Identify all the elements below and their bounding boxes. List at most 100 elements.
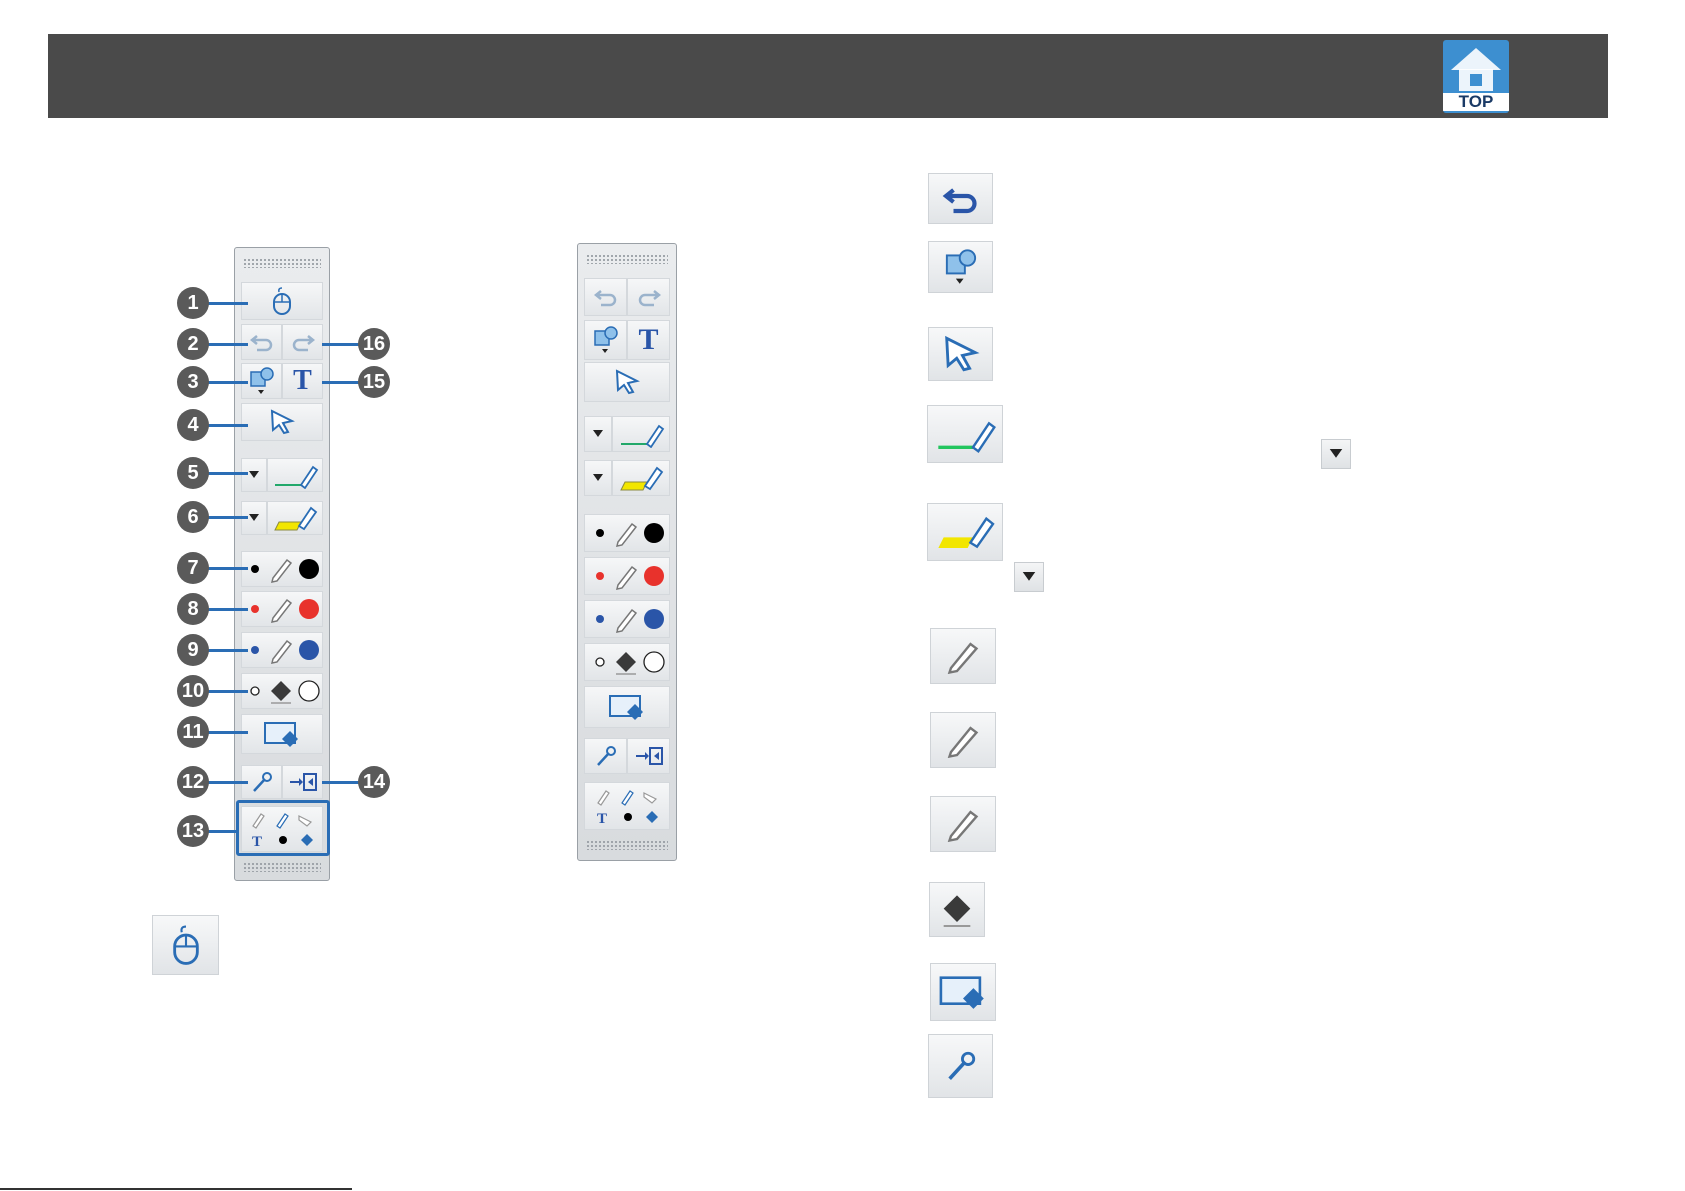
shape-icon	[945, 249, 976, 284]
red-pen-row[interactable]	[241, 591, 323, 627]
shape-icon	[249, 367, 274, 394]
dropdown-arrow-icon	[249, 471, 259, 478]
shape-icon	[593, 326, 618, 353]
black-pen-icon	[251, 558, 319, 583]
dock-toolbar-icon	[635, 747, 663, 765]
blue-pen-row[interactable]	[241, 632, 323, 668]
highlighter-icon	[938, 516, 995, 549]
toolbar-grip-bottom[interactable]	[243, 862, 321, 872]
blue-pen-row[interactable]	[584, 600, 670, 638]
pen-dropdown-button[interactable]	[241, 458, 267, 492]
settings-wand-icon	[947, 1051, 975, 1080]
text-button[interactable]: T	[282, 363, 323, 399]
callout-11: 11	[177, 716, 209, 748]
callout-leader-10	[208, 690, 248, 693]
callout-13: 13	[177, 815, 209, 847]
undo-button[interactable]	[241, 324, 282, 360]
highlighter-button[interactable]	[267, 501, 323, 535]
redo-icon	[638, 290, 661, 307]
eraser-row[interactable]	[584, 643, 670, 681]
callout-leader-12	[208, 781, 248, 784]
undo-icon	[593, 290, 616, 307]
eraser-row[interactable]	[241, 673, 323, 709]
home-icon	[1451, 48, 1501, 91]
callout-leader-3	[208, 381, 248, 384]
mouse-icon	[273, 287, 291, 315]
pen-button[interactable]	[612, 416, 670, 452]
clear-screen-icon-tile	[930, 963, 996, 1021]
pen-dropdown-tile	[1321, 439, 1351, 469]
page-header	[48, 34, 1608, 118]
pen-button[interactable]	[267, 458, 323, 492]
pen-icon	[938, 421, 996, 454]
callout-10: 10	[177, 675, 209, 707]
select-arrow-icon	[270, 409, 295, 435]
pen-icon	[947, 726, 979, 758]
black-pen-icon	[596, 522, 664, 547]
undo-button[interactable]	[584, 278, 627, 316]
callout-5: 5	[177, 457, 209, 489]
undo-icon	[249, 335, 272, 352]
black-pen-row[interactable]	[241, 551, 323, 587]
callout-12: 12	[177, 766, 209, 798]
text-tool-icon: T	[293, 365, 312, 396]
callout-leader-8	[208, 608, 248, 611]
clear-screen-icon	[609, 695, 643, 720]
callout-leader-9	[208, 649, 248, 652]
top-link-button[interactable]: TOP	[1443, 40, 1509, 113]
callout-leader-11	[208, 731, 248, 734]
red-pen-row[interactable]	[584, 557, 670, 595]
settings-wand-icon	[596, 746, 616, 766]
select-button[interactable]	[584, 362, 670, 402]
redo-button[interactable]	[282, 324, 323, 360]
red-pen-icon	[251, 598, 319, 623]
mouse-icon	[172, 925, 199, 965]
undo-icon-tile	[928, 173, 993, 224]
callout-leader-1	[208, 302, 248, 305]
select-button[interactable]	[241, 403, 323, 441]
dock-button[interactable]	[282, 765, 323, 799]
shape-button[interactable]	[584, 320, 627, 360]
toolbar-annotated: T T	[234, 247, 330, 881]
pen-icon-tile	[927, 405, 1003, 463]
mouse-mode-button[interactable]	[241, 282, 323, 320]
highlighter-dropdown-tile	[1014, 562, 1044, 592]
text-button[interactable]: T	[627, 320, 670, 360]
callout-leader-7	[208, 567, 248, 570]
clear-screen-button[interactable]	[584, 686, 670, 728]
clear-screen-icon	[264, 722, 298, 747]
text-tool-icon: T	[638, 323, 659, 356]
top-link-label: TOP	[1443, 93, 1509, 111]
eraser-icon	[595, 651, 665, 675]
toolbar-grip-top[interactable]	[243, 258, 321, 268]
callout-leader-5	[208, 472, 248, 475]
clear-screen-button[interactable]	[241, 714, 323, 754]
pen-dropdown-button[interactable]	[584, 416, 612, 452]
toolbar-grip-bottom[interactable]	[586, 840, 668, 850]
select-icon-tile	[928, 327, 993, 381]
settings-wand-icon	[252, 772, 272, 792]
callout-4: 4	[177, 409, 209, 441]
undo-icon	[942, 187, 977, 213]
dock-button[interactable]	[627, 738, 670, 774]
highlighter-dropdown-button[interactable]	[584, 460, 612, 496]
toolbar-grip-top[interactable]	[586, 254, 668, 264]
redo-button[interactable]	[627, 278, 670, 316]
dropdown-arrow-icon	[1022, 572, 1036, 581]
highlighter-icon-tile	[927, 503, 1003, 561]
callout-7: 7	[177, 552, 209, 584]
dropdown-arrow-icon	[593, 430, 603, 437]
black-pen-row[interactable]	[584, 514, 670, 552]
callout-leader-13	[208, 830, 238, 833]
settings-button[interactable]	[584, 738, 627, 774]
dropdown-arrow-icon	[249, 514, 259, 521]
mini-tool-panel[interactable]: T	[584, 782, 670, 830]
callout-9: 9	[177, 634, 209, 666]
callout-3: 3	[177, 366, 209, 398]
svg-text:T: T	[597, 811, 607, 827]
highlighter-button[interactable]	[612, 460, 670, 496]
mouse-mode-icon-tile	[152, 915, 219, 975]
pen-icon	[947, 810, 979, 842]
mini-panel-highlight	[236, 800, 330, 856]
dropdown-arrow-icon	[1329, 449, 1343, 458]
